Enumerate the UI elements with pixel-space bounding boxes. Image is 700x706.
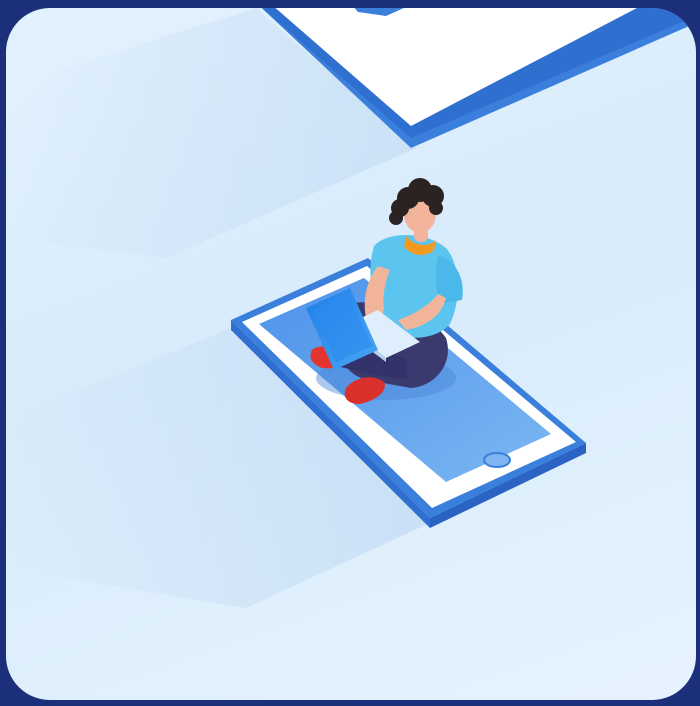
home-button xyxy=(483,452,511,468)
app-frame xyxy=(0,0,700,706)
illustration-card xyxy=(6,8,696,700)
isometric-illustration xyxy=(6,8,696,608)
